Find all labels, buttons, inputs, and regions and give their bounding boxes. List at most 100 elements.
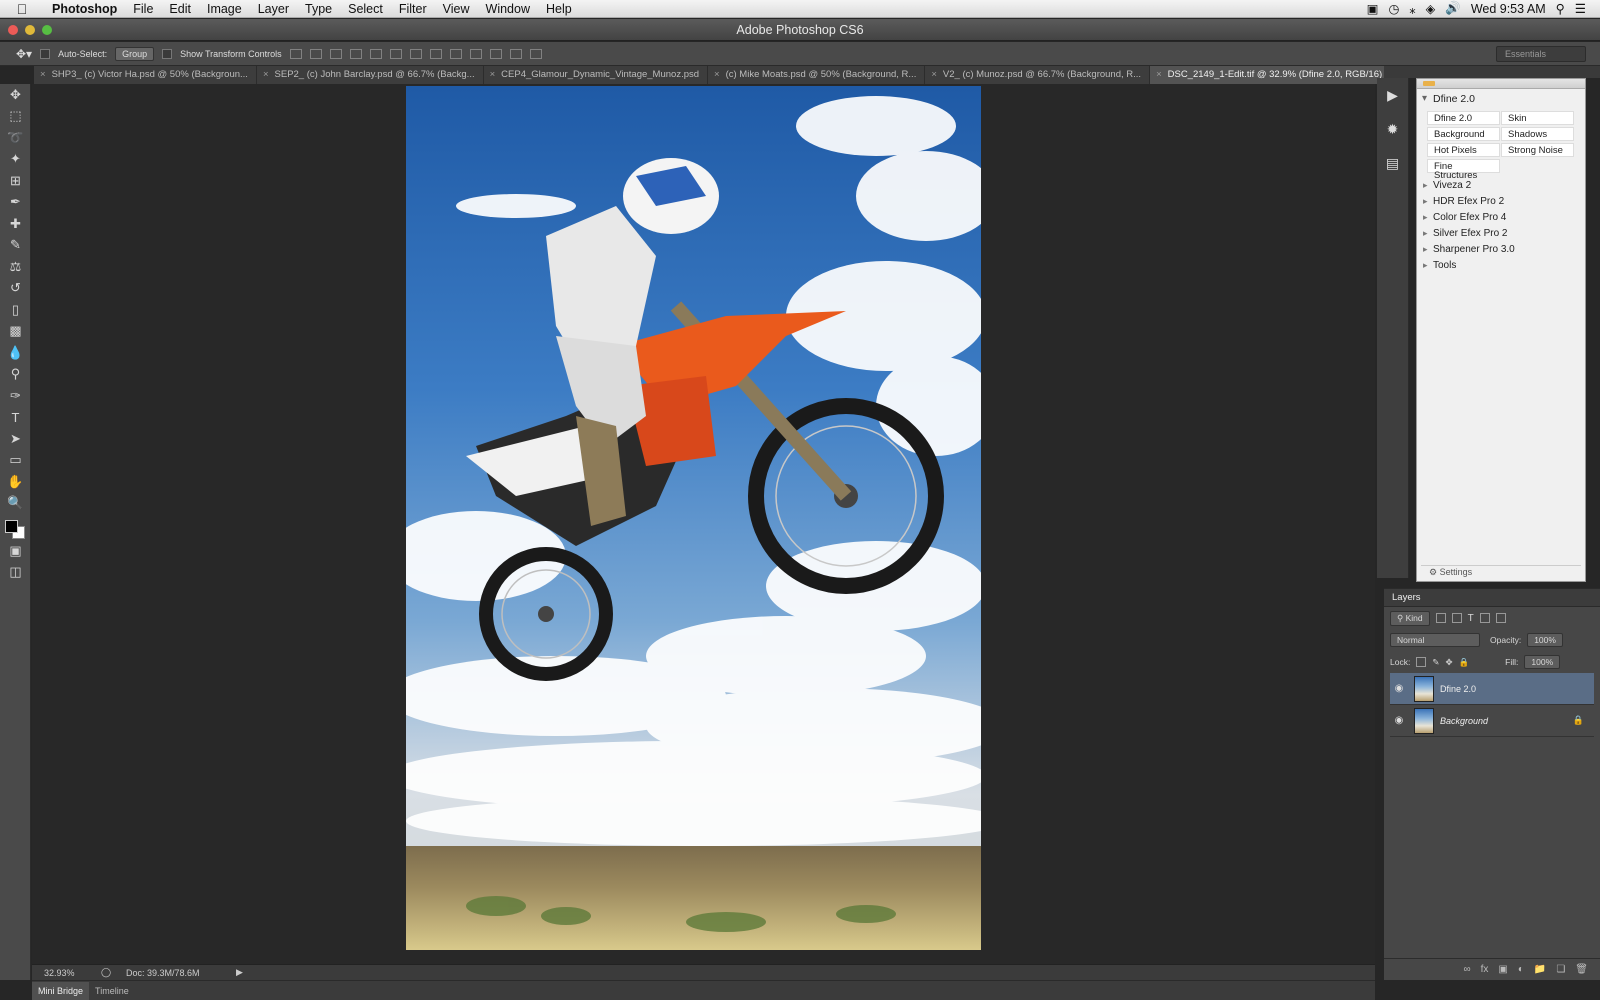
doc-tab[interactable]: × V2_ (c) Munoz.psd @ 66.7% (Background, …: [925, 66, 1151, 84]
minimize-window-button[interactable]: [25, 25, 35, 35]
align-vcenter-icon[interactable]: [309, 48, 322, 59]
bluetooth-icon[interactable]: ⁎: [1409, 1, 1415, 16]
wifi-icon[interactable]: ◈: [1426, 1, 1436, 16]
filter-shape-icon[interactable]: [1479, 613, 1490, 623]
foreground-color-swatch[interactable]: [5, 520, 18, 533]
canvas-area[interactable]: [32, 84, 1375, 964]
distribute-top-icon[interactable]: [409, 48, 422, 59]
brush-tool-icon[interactable]: ✎: [0, 235, 31, 257]
distribute-left-icon[interactable]: [469, 48, 482, 59]
nik-tools-icon[interactable]: ✹: [1377, 112, 1408, 146]
volume-icon[interactable]: 🔊: [1445, 1, 1461, 16]
distribute-bottom-icon[interactable]: [449, 48, 462, 59]
close-tab-icon[interactable]: ×: [931, 69, 937, 80]
close-tab-icon[interactable]: ×: [490, 69, 496, 80]
type-tool-icon[interactable]: T: [0, 407, 31, 429]
move-tool-icon[interactable]: ✥: [0, 84, 31, 106]
menu-select[interactable]: Select: [340, 2, 391, 16]
menu-image[interactable]: Image: [199, 2, 250, 16]
plugin-item-hdr-efex[interactable]: HDR Efex Pro 2: [1417, 193, 1585, 209]
preset-shadows[interactable]: Shadows: [1501, 127, 1574, 141]
layer-row-selected[interactable]: ◉ Dfine 2.0: [1390, 673, 1594, 705]
menu-window[interactable]: Window: [478, 2, 538, 16]
new-group-icon[interactable]: 📁: [1534, 964, 1546, 975]
opacity-field[interactable]: 100%: [1527, 633, 1563, 647]
fill-field[interactable]: 100%: [1524, 655, 1561, 669]
notification-center-icon[interactable]: ☰: [1575, 1, 1586, 16]
lock-transparent-icon[interactable]: [1416, 657, 1427, 667]
color-swatches[interactable]: [0, 514, 31, 540]
crop-tool-icon[interactable]: ⊞: [0, 170, 31, 192]
menu-type[interactable]: Type: [297, 2, 340, 16]
healing-brush-tool-icon[interactable]: ✚: [0, 213, 31, 235]
menu-view[interactable]: View: [435, 2, 478, 16]
move-tool-preset-icon[interactable]: ✥▾: [16, 47, 32, 61]
plugin-header-dfine[interactable]: Dfine 2.0: [1417, 89, 1585, 109]
close-tab-icon[interactable]: ×: [40, 69, 46, 80]
preset-fine-structures[interactable]: Fine Structures: [1427, 159, 1500, 180]
menubar-clock[interactable]: Wed 9:53 AM: [1471, 2, 1546, 16]
zoom-level[interactable]: 32.93%: [32, 968, 86, 978]
document-image[interactable]: [406, 86, 981, 950]
eyedropper-tool-icon[interactable]: ✒: [0, 192, 31, 214]
pen-tool-icon[interactable]: ✑: [0, 385, 31, 407]
lock-all-icon[interactable]: 🔒: [1459, 657, 1470, 668]
preset-dfine[interactable]: Dfine 2.0: [1427, 111, 1500, 125]
distribute-hcenter-icon[interactable]: [489, 48, 502, 59]
link-layers-icon[interactable]: ∞: [1463, 964, 1470, 975]
delete-layer-icon[interactable]: 🗑: [1575, 964, 1588, 975]
filter-pixel-icon[interactable]: [1435, 613, 1446, 623]
layer-row[interactable]: ◉ Background 🔒: [1390, 705, 1594, 737]
add-mask-icon[interactable]: ▣: [1498, 964, 1507, 975]
menu-app[interactable]: Photoshop: [44, 2, 125, 16]
doc-tab-active[interactable]: × DSC_2149_1-Edit.tif @ 32.9% (Dfine 2.0,…: [1150, 66, 1398, 84]
menu-edit[interactable]: Edit: [161, 2, 199, 16]
plugin-titlebar[interactable]: [1417, 79, 1585, 89]
distribute-right-icon[interactable]: [509, 48, 522, 59]
menu-filter[interactable]: Filter: [391, 2, 435, 16]
close-tab-icon[interactable]: ×: [263, 69, 269, 80]
plugin-item-silver-efex[interactable]: Silver Efex Pro 2: [1417, 225, 1585, 241]
close-tab-icon[interactable]: ×: [714, 69, 720, 80]
doc-tab[interactable]: × (c) Mike Moats.psd @ 50% (Background, R…: [708, 66, 926, 84]
doc-tab[interactable]: × CEP4_Glamour_Dynamic_Vintage_Munoz.psd: [484, 66, 709, 84]
clone-stamp-tool-icon[interactable]: ⚖: [0, 256, 31, 278]
camera-icon[interactable]: ▣: [1367, 1, 1379, 16]
close-tab-icon[interactable]: ×: [1156, 69, 1162, 80]
preset-strong-noise[interactable]: Strong Noise: [1501, 143, 1574, 157]
new-layer-icon[interactable]: ❏: [1556, 964, 1565, 975]
transform-controls-checkbox[interactable]: [162, 48, 173, 59]
status-icon[interactable]: ◯: [86, 967, 126, 978]
tab-mini-bridge[interactable]: Mini Bridge: [32, 981, 90, 1000]
doc-tab[interactable]: × SHP3_ (c) Victor Ha.psd @ 50% (Backgrou…: [34, 66, 257, 84]
align-top-icon[interactable]: [289, 48, 302, 59]
filter-type-icon[interactable]: T: [1468, 613, 1474, 624]
preset-hot-pixels[interactable]: Hot Pixels: [1427, 143, 1500, 157]
time-machine-icon[interactable]: ◷: [1388, 1, 1399, 16]
properties-icon[interactable]: ▤: [1377, 146, 1408, 180]
blur-tool-icon[interactable]: 💧: [0, 342, 31, 364]
path-selection-tool-icon[interactable]: ➤: [0, 428, 31, 450]
menu-layer[interactable]: Layer: [250, 2, 297, 16]
screen-mode-icon[interactable]: ◫: [0, 562, 31, 584]
align-hcenter-icon[interactable]: [369, 48, 382, 59]
zoom-tool-icon[interactable]: 🔍: [0, 493, 31, 515]
history-brush-tool-icon[interactable]: ↺: [0, 278, 31, 300]
menu-file[interactable]: File: [125, 2, 161, 16]
auto-select-checkbox[interactable]: [40, 48, 51, 59]
actions-play-icon[interactable]: ▶: [1377, 78, 1408, 112]
plugin-item-tools[interactable]: Tools: [1417, 257, 1585, 273]
layer-kind-filter[interactable]: ⚲ Kind: [1390, 610, 1430, 626]
distribute-vcenter-icon[interactable]: [429, 48, 442, 59]
layers-panel-title[interactable]: Layers: [1384, 589, 1600, 607]
rectangle-tool-icon[interactable]: ▭: [0, 450, 31, 472]
visibility-eye-icon[interactable]: ◉: [1390, 715, 1408, 726]
blend-mode-dropdown[interactable]: Normal: [1390, 633, 1480, 647]
lasso-tool-icon[interactable]: ➰: [0, 127, 31, 149]
status-menu-arrow-icon[interactable]: ▶: [236, 967, 243, 978]
tab-timeline[interactable]: Timeline: [89, 986, 135, 996]
auto-align-icon[interactable]: [529, 48, 542, 59]
adjustment-layer-icon[interactable]: ◐: [1518, 964, 1524, 975]
quick-mask-icon[interactable]: ▣: [0, 540, 31, 562]
align-bottom-icon[interactable]: [329, 48, 342, 59]
